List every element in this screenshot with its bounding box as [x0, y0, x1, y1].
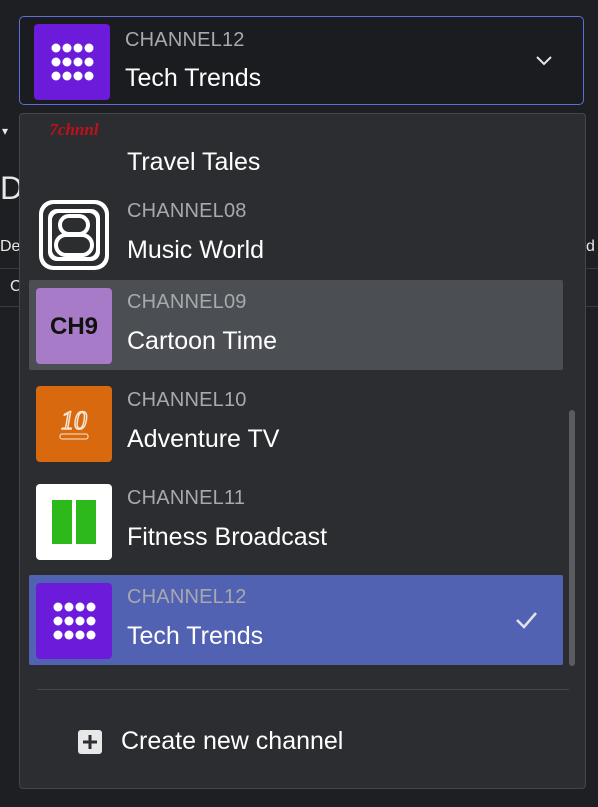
channel-option-fitness-broadcast[interactable]: CHANNEL11 Fitness Broadcast — [29, 476, 563, 566]
chevron-down-icon[interactable] — [535, 51, 553, 69]
checkmark-icon — [516, 612, 537, 629]
svg-text:7chnnl: 7chnnl — [49, 120, 98, 139]
channel-option-music-world[interactable]: CHANNEL08 Music World — [29, 189, 563, 279]
channel-name: Travel Tales — [127, 148, 261, 176]
channel-name: Adventure TV — [127, 425, 280, 453]
dropdown-scrollbar[interactable] — [569, 410, 575, 666]
channel-name: Fitness Broadcast — [127, 523, 328, 551]
channel-selector[interactable]: CHANNEL12 Tech Trends — [19, 16, 584, 105]
channel-name: Tech Trends — [127, 622, 264, 650]
create-new-channel-button[interactable]: Create new channel — [73, 722, 453, 762]
plus-square-icon — [78, 730, 102, 754]
channel-code: CHANNEL08 — [127, 200, 247, 222]
channel-name: Cartoon Time — [127, 327, 278, 355]
channel-option-adventure-tv[interactable]: 10 CHANNEL10 Adventure TV — [29, 378, 563, 468]
selected-channel-name: Tech Trends — [125, 64, 262, 92]
green-split-logo-icon — [36, 484, 112, 560]
channel-code: CHANNEL12 — [127, 586, 247, 608]
channel-name: Music World — [127, 236, 265, 264]
create-new-channel-label: Create new channel — [121, 727, 344, 755]
number-8-logo-icon — [39, 200, 109, 270]
channel-code: CHANNEL10 — [127, 389, 247, 411]
channel-code: CHANNEL09 — [127, 291, 247, 313]
channel-option-cartoon-time[interactable]: CH9 CHANNEL09 Cartoon Time — [29, 280, 563, 370]
ch9-logo-icon: CH9 — [36, 288, 112, 364]
grid-dots-logo-icon — [34, 24, 110, 100]
channel-option-tech-trends[interactable]: CHANNEL12 Tech Trends — [29, 575, 563, 665]
channel-10-logo-icon: 10 — [36, 386, 112, 462]
channel-option-travel-tales[interactable]: 7chnnl Travel Tales — [29, 114, 563, 191]
grid-dots-logo-icon — [36, 583, 112, 659]
channel-code: CHANNEL11 — [127, 487, 246, 509]
dropdown-divider — [37, 689, 569, 690]
7chnnl-logo-icon: 7chnnl — [49, 120, 98, 139]
channel-dropdown-list: 7chnnl Travel Tales CHANNEL08 Music Worl… — [19, 113, 586, 789]
svg-text:10: 10 — [61, 406, 87, 435]
svg-text:CH9: CH9 — [50, 313, 98, 340]
selected-channel-code: CHANNEL12 — [125, 29, 245, 51]
